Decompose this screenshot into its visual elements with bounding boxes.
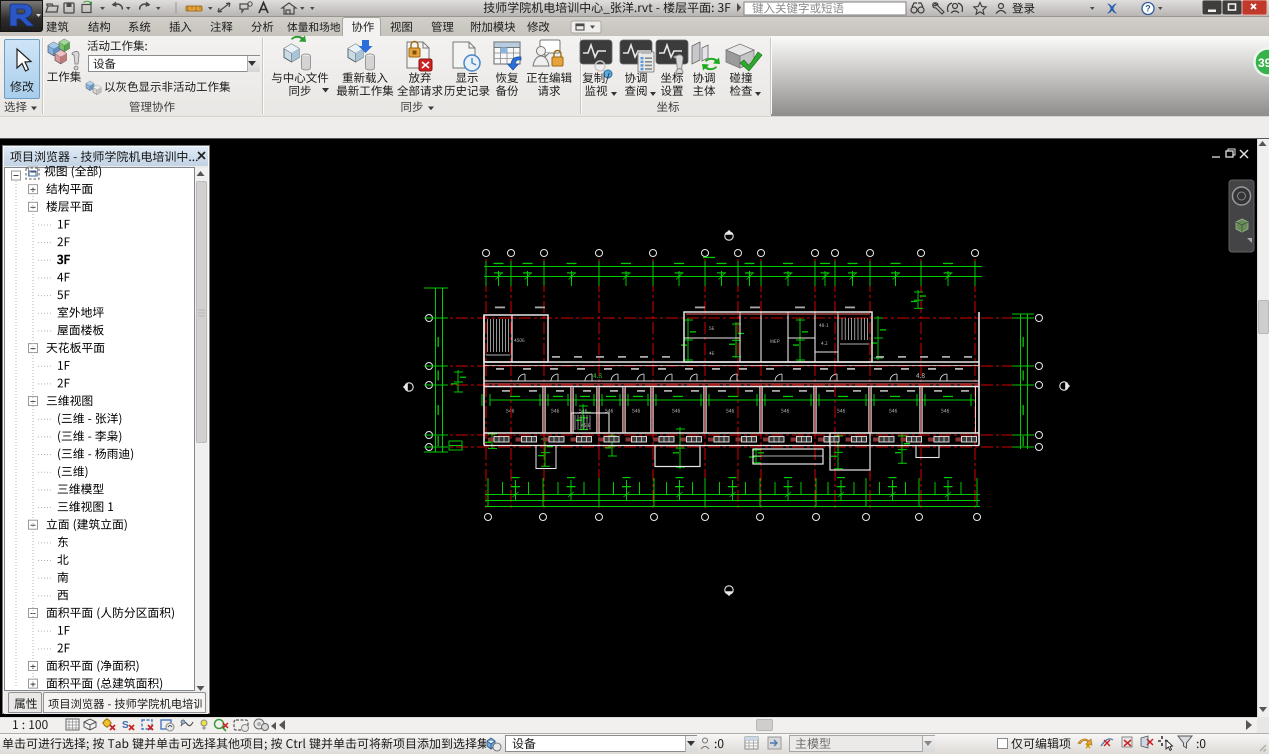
svg-text:S: S	[122, 720, 129, 731]
svg-text:?: ?	[1145, 4, 1151, 14]
svg-text:39: 39	[1258, 56, 1269, 70]
